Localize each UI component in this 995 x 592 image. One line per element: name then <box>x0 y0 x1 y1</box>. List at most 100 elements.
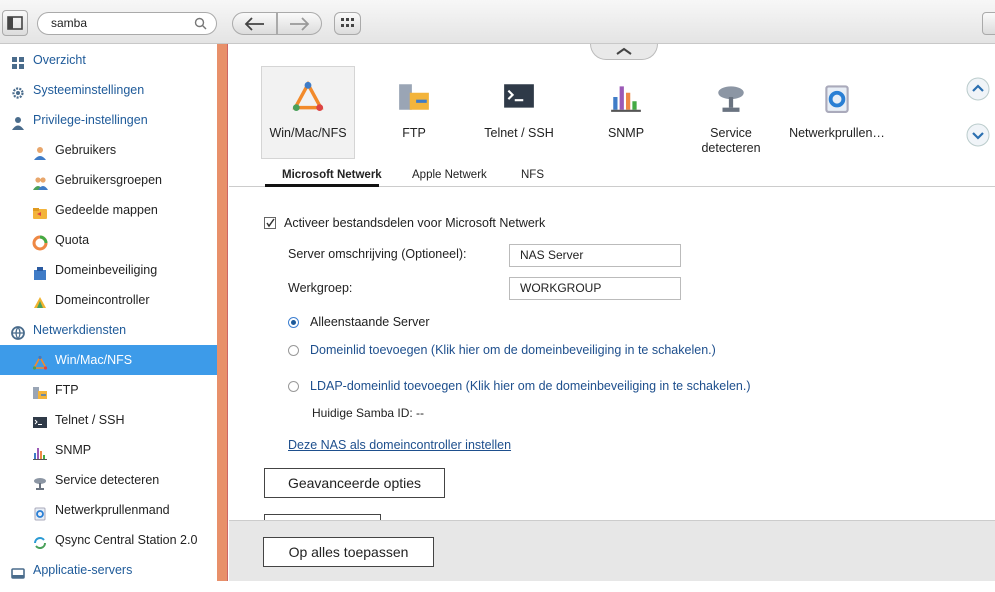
apps-grid-button[interactable] <box>334 12 361 35</box>
sidebar-item-telnet-ssh[interactable]: Telnet / SSH <box>0 405 217 435</box>
sidebar-item-qsync-central-station-2-0[interactable]: Qsync Central Station 2.0 <box>0 525 217 555</box>
enable-microsoft-network-checkbox[interactable] <box>264 217 276 229</box>
help-button[interactable] <box>982 12 995 35</box>
snmp-icon <box>609 80 643 114</box>
arrow-left-icon <box>244 17 264 31</box>
app-server-icon <box>10 562 26 579</box>
recycle-bin-icon <box>820 80 854 114</box>
iconbar-item-telnet-ssh[interactable]: Telnet / SSH <box>469 66 569 140</box>
sidebar-toggle-icon <box>7 16 23 30</box>
iconbar-item-snmp[interactable]: SNMP <box>576 66 676 140</box>
sidebar-item-label: Domeincontroller <box>55 293 150 307</box>
user-icon <box>10 112 26 130</box>
sidebar-item-netwerkdiensten[interactable]: Netwerkdiensten <box>0 315 217 345</box>
grid-icon <box>341 18 354 27</box>
sidebar-item-label: Netwerkprullenmand <box>55 503 170 517</box>
iconbar-item-label: FTP <box>402 126 426 140</box>
scroll-up-icon[interactable] <box>966 77 990 101</box>
iconbar-item-ftp[interactable]: FTP <box>364 66 464 140</box>
sidebar-item-label: Win/Mac/NFS <box>55 353 133 367</box>
radio-standalone-server[interactable] <box>288 317 299 328</box>
search-icon[interactable] <box>194 17 207 30</box>
apply-all-button[interactable]: Op alles toepassen <box>263 537 434 567</box>
iconbar-item-win-mac-nfs[interactable]: Win/Mac/NFS <box>258 66 358 140</box>
iconbar-item-label: Service detecteren <box>701 126 761 155</box>
sidebar: Overzicht Systeeminstellingen Privilege-in… <box>0 44 217 581</box>
sidebar-item-domeincontroller[interactable]: Domeincontroller <box>0 285 217 315</box>
sidebar-toggle-button[interactable] <box>2 10 28 36</box>
sidebar-item-label: FTP <box>55 383 79 397</box>
iconbar-item-netwerkprullen[interactable]: Netwerkprullen… <box>787 66 887 140</box>
radio-ldap-domain-member-label[interactable]: LDAP-domeinlid toevoegen (Klik hier om d… <box>310 379 751 393</box>
snmp-icon <box>32 442 48 460</box>
sidebar-item-service-detecteren[interactable]: Service detecteren <box>0 465 217 495</box>
sidebar-item-label: Privilege-instellingen <box>33 113 148 127</box>
tab-microsoft-network[interactable]: Microsoft Netwerk <box>282 169 382 181</box>
advanced-options-button[interactable]: Geavanceerde opties <box>264 468 445 498</box>
forward-button[interactable] <box>277 12 322 35</box>
qsync-icon <box>32 532 48 549</box>
search-input-value: samba <box>51 16 88 30</box>
scroll-down-icon[interactable] <box>966 123 990 147</box>
winmacnfs-icon <box>32 352 48 370</box>
sidebar-item-win-mac-nfs[interactable]: Win/Mac/NFS <box>0 345 217 375</box>
sidebar-item-systeeminstellingen[interactable]: Systeeminstellingen <box>0 75 217 105</box>
sidebar-item-label: Gebruikers <box>55 143 117 157</box>
iconbar-item-service-detecteren[interactable]: Service detecteren <box>681 66 781 156</box>
sidebar-item-overzicht[interactable]: Overzicht <box>0 45 217 75</box>
chevron-up-icon <box>616 47 632 55</box>
iconbar-item-label: SNMP <box>607 126 645 140</box>
search-input[interactable]: samba <box>37 12 217 35</box>
iconbar-item-label: Win/Mac/NFS <box>269 126 347 140</box>
terminal-icon <box>502 80 536 114</box>
sidebar-item-netwerkprullenmand[interactable]: Netwerkprullenmand <box>0 495 217 525</box>
iconbar-item-label: Telnet / SSH <box>484 126 554 140</box>
sidebar-item-label: Applicatie-servers <box>33 563 133 577</box>
tab-apple-network[interactable]: Apple Netwerk <box>412 169 487 181</box>
radio-domain-member[interactable] <box>288 345 299 356</box>
server-description-input[interactable]: NAS Server <box>509 244 681 267</box>
enable-microsoft-network-label: Activeer bestandsdelen voor Microsoft Ne… <box>284 216 546 230</box>
sidebar-item-label: SNMP <box>55 443 92 457</box>
sidebar-item-domeinbeveiliging[interactable]: Domeinbeveiliging <box>0 255 217 285</box>
sidebar-item-label: Netwerkdiensten <box>33 323 127 337</box>
quota-icon <box>32 232 48 251</box>
back-button[interactable] <box>232 12 277 35</box>
sidebar-item-snmp[interactable]: SNMP <box>0 435 217 465</box>
shared-folder-icon <box>32 202 48 219</box>
sidebar-item-gebruikers[interactable]: Gebruikers <box>0 135 217 165</box>
user-groups-icon <box>32 172 48 190</box>
satellite-icon <box>32 472 48 490</box>
radio-selected-dot <box>291 320 296 325</box>
tab-active-indicator <box>265 184 379 187</box>
satellite-icon <box>714 80 748 114</box>
checkmark-icon <box>266 218 275 228</box>
sidebar-item-privilege-instellingen[interactable]: Privilege-instellingen <box>0 105 217 135</box>
recycle-bin-icon <box>32 502 48 521</box>
network-icon <box>10 322 26 340</box>
sidebar-splitter[interactable] <box>217 44 228 581</box>
tab-nfs[interactable]: NFS <box>521 169 544 181</box>
sidebar-item-label: Service detecteren <box>55 473 160 487</box>
radio-domain-member-label[interactable]: Domeinlid toevoegen (Klik hier om de dom… <box>310 343 716 357</box>
main-panel: Win/Mac/NFS FTP Telnet / SSH SNMP Service de… <box>229 44 995 581</box>
domain-security-icon <box>32 262 48 280</box>
sidebar-item-label: Quota <box>55 233 90 247</box>
workgroup-input[interactable]: WORKGROUP <box>509 277 681 300</box>
sidebar-item-label: Qsync Central Station 2.0 <box>55 533 198 547</box>
sidebar-item-label: Domeinbeveiliging <box>55 263 158 277</box>
sidebar-item-label: Gebruikersgroepen <box>55 173 163 187</box>
sidebar-item-gebruikersgroepen[interactable]: Gebruikersgroepen <box>0 165 217 195</box>
domain-controller-link[interactable]: Deze NAS als domeincontroller instellen <box>288 438 511 452</box>
radio-ldap-domain-member[interactable] <box>288 381 299 392</box>
collapse-handle[interactable] <box>590 44 658 60</box>
winmacnfs-icon <box>291 80 325 114</box>
sidebar-item-gedeelde-mappen[interactable]: Gedeelde mappen <box>0 195 217 225</box>
sidebar-item-label: Gedeelde mappen <box>55 203 158 217</box>
workgroup-label: Werkgroep: <box>288 281 353 295</box>
sidebar-item-ftp[interactable]: FTP <box>0 375 217 405</box>
sidebar-item-quota[interactable]: Quota <box>0 225 217 255</box>
users-icon <box>32 142 48 160</box>
samba-id-text: Huidige Samba ID: -- <box>312 406 425 420</box>
radio-standalone-label[interactable]: Alleenstaande Server <box>310 315 430 329</box>
